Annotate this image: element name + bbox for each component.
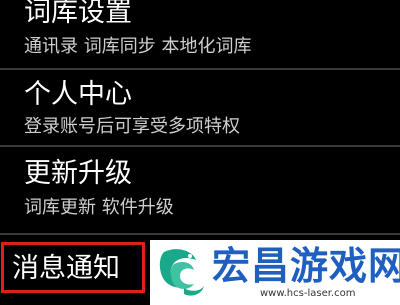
watermark-url: www.hcs-laser.com [260,288,356,299]
watermark-brand: 宏昌游戏网 [212,244,400,288]
dragon-logo-icon [156,244,208,300]
menu-item-subtitle: 通讯录 词库同步 本地化词库 [24,36,252,57]
menu-item-subtitle: 词库更新 软件升级 [24,197,174,218]
menu-item-personal-center[interactable]: 个人中心 登录账号后可享受多项特权 [0,70,400,144]
menu-item-subtitle: 登录账号后可享受多项特权 [24,116,240,137]
menu-item-dictionary-settings[interactable]: 词库设置 通讯录 词库同步 本地化词库 [0,0,400,68]
menu-item-title: 词库设置 [24,0,132,28]
menu-item-title: 更新升级 [24,158,132,189]
watermark: 宏昌游戏网 www.hcs-laser.com [150,240,400,305]
menu-item-title: 个人中心 [24,79,132,110]
highlight-box [1,242,145,293]
menu-item-update-upgrade[interactable]: 更新升级 词库更新 软件升级 [0,147,400,233]
